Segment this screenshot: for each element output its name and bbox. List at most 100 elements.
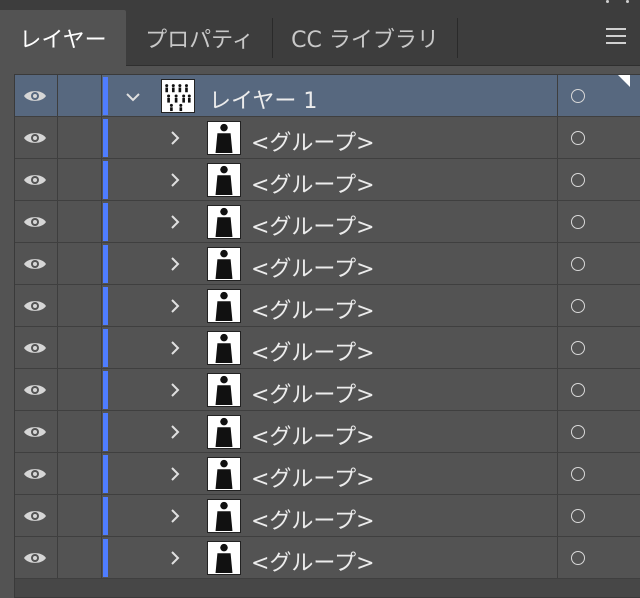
layer-color-indicator — [103, 203, 108, 241]
group-name[interactable]: <グループ> — [251, 503, 375, 535]
eye-visibility-icon[interactable] — [23, 508, 47, 524]
layer-color-indicator — [103, 413, 108, 451]
chevron-right-icon[interactable] — [167, 550, 183, 566]
group-thumbnail — [207, 457, 241, 491]
group-thumbnail — [207, 499, 241, 533]
target-circle-icon[interactable] — [571, 257, 585, 271]
selection-corner-indicator — [618, 75, 630, 87]
layer-color-indicator — [103, 287, 108, 325]
group-row[interactable]: <グループ> — [15, 411, 640, 453]
chevron-right-icon[interactable] — [167, 382, 183, 398]
group-thumbnail — [207, 289, 241, 323]
tab-properties[interactable]: プロパティ — [127, 10, 272, 66]
target-circle-icon[interactable] — [571, 551, 585, 565]
group-row[interactable]: <グループ> — [15, 285, 640, 327]
chevron-right-icon[interactable] — [167, 214, 183, 230]
target-circle-icon[interactable] — [571, 509, 585, 523]
eye-visibility-icon[interactable] — [23, 172, 47, 188]
businessman-side-view-icon — [215, 417, 233, 448]
target-circle-icon[interactable] — [571, 89, 585, 103]
group-row[interactable]: <グループ> — [15, 495, 640, 537]
group-row[interactable]: <グループ> — [15, 327, 640, 369]
businessman-at-desk-icon — [215, 249, 233, 280]
group-thumbnail — [207, 541, 241, 575]
chevron-right-icon[interactable] — [167, 508, 183, 524]
eye-visibility-icon[interactable] — [23, 424, 47, 440]
group-name[interactable]: <グループ> — [251, 461, 375, 493]
silhouettes-collage-icon — [165, 84, 191, 112]
layer-row[interactable]: レイヤー 1 — [15, 75, 640, 117]
group-thumbnail — [207, 247, 241, 281]
target-circle-icon[interactable] — [571, 131, 585, 145]
tab-label: レイヤー — [19, 28, 107, 53]
eye-visibility-icon[interactable] — [23, 466, 47, 482]
businessman-standing-icon — [215, 333, 233, 364]
chevron-right-icon[interactable] — [167, 466, 183, 482]
eye-visibility-icon[interactable] — [23, 340, 47, 356]
group-row[interactable]: <グループ> — [15, 369, 640, 411]
layer-color-indicator — [103, 77, 108, 115]
target-circle-icon[interactable] — [571, 341, 585, 355]
eye-visibility-icon[interactable] — [23, 256, 47, 272]
businessman-suit-icon — [215, 543, 233, 574]
layer-name[interactable]: レイヤー 1 — [209, 83, 317, 115]
layer-color-indicator — [103, 539, 108, 577]
group-name[interactable]: <グループ> — [251, 335, 375, 367]
group-name[interactable]: <グループ> — [251, 419, 375, 451]
chevron-right-icon[interactable] — [167, 298, 183, 314]
layer-color-indicator — [103, 329, 108, 367]
chevron-right-icon[interactable] — [167, 256, 183, 272]
target-circle-icon[interactable] — [571, 299, 585, 313]
businessman-presenting-icon — [215, 123, 233, 154]
group-thumbnail — [207, 373, 241, 407]
group-name[interactable]: <グループ> — [251, 209, 375, 241]
target-circle-icon[interactable] — [571, 173, 585, 187]
tab-label: CC ライブラリ — [291, 28, 439, 53]
eye-visibility-icon[interactable] — [23, 382, 47, 398]
panel-tab-bar: レイヤー プロパティ CC ライブラリ — [0, 0, 640, 66]
group-name[interactable]: <グループ> — [251, 125, 375, 157]
eye-visibility-icon[interactable] — [23, 88, 47, 104]
group-row[interactable]: <グループ> — [15, 243, 640, 285]
group-name[interactable]: <グループ> — [251, 251, 375, 283]
group-row[interactable]: <グループ> — [15, 453, 640, 495]
panel-grip-icon[interactable] — [606, 0, 636, 6]
businessman-with-bag-icon — [215, 459, 233, 490]
group-row[interactable]: <グループ> — [15, 201, 640, 243]
chevron-down-icon[interactable] — [125, 89, 141, 105]
layer-color-indicator — [103, 245, 108, 283]
panel-menu-icon[interactable] — [606, 28, 628, 46]
group-thumbnail — [207, 331, 241, 365]
target-circle-icon[interactable] — [571, 215, 585, 229]
chevron-right-icon[interactable] — [167, 424, 183, 440]
chevron-right-icon[interactable] — [167, 340, 183, 356]
group-row[interactable]: <グループ> — [15, 537, 640, 579]
layer-color-indicator — [103, 119, 108, 157]
tab-label: プロパティ — [145, 28, 254, 53]
layers-list: レイヤー 1 <グループ> <グループ> <グループ> <グループ> <グループ… — [14, 74, 640, 598]
target-circle-icon[interactable] — [571, 425, 585, 439]
group-thumbnail — [207, 415, 241, 449]
layer-color-indicator — [103, 371, 108, 409]
target-circle-icon[interactable] — [571, 383, 585, 397]
eye-visibility-icon[interactable] — [23, 130, 47, 146]
group-name[interactable]: <グループ> — [251, 545, 375, 577]
eye-visibility-icon[interactable] — [23, 298, 47, 314]
group-row[interactable]: <グループ> — [15, 159, 640, 201]
target-circle-icon[interactable] — [571, 467, 585, 481]
group-thumbnail — [207, 121, 241, 155]
group-name[interactable]: <グループ> — [251, 377, 375, 409]
group-row[interactable]: <グループ> — [15, 117, 640, 159]
eye-visibility-icon[interactable] — [23, 550, 47, 566]
layer-color-indicator — [103, 161, 108, 199]
layer-color-indicator — [103, 455, 108, 493]
group-name[interactable]: <グループ> — [251, 167, 375, 199]
eye-visibility-icon[interactable] — [23, 214, 47, 230]
tab-layers[interactable]: レイヤー — [0, 10, 126, 66]
businessman-pointing-icon — [215, 207, 233, 238]
tab-cc-libraries[interactable]: CC ライブラリ — [273, 10, 457, 66]
group-name[interactable]: <グループ> — [251, 293, 375, 325]
chevron-right-icon[interactable] — [167, 172, 183, 188]
businessman-front-icon — [215, 501, 233, 532]
chevron-right-icon[interactable] — [167, 130, 183, 146]
